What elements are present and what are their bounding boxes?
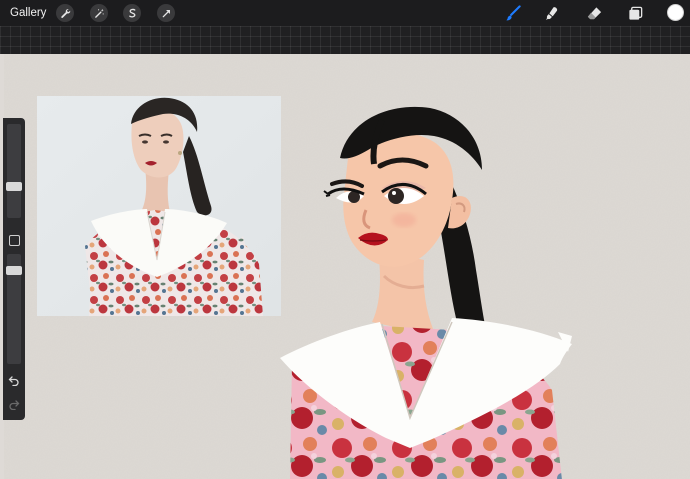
brush-size-thumb[interactable] — [6, 182, 22, 191]
transform-arrow-icon[interactable] — [157, 4, 175, 22]
smudge-icon[interactable] — [542, 4, 562, 22]
undo-icon[interactable] — [8, 374, 20, 386]
color-picker-swatch[interactable] — [667, 4, 684, 21]
brush-icon[interactable] — [503, 4, 523, 22]
wrench-icon[interactable] — [56, 4, 74, 22]
eraser-icon[interactable] — [584, 4, 604, 22]
canvas-grid-background — [0, 26, 690, 54]
magic-wand-icon[interactable] — [90, 4, 108, 22]
modify-square-icon[interactable] — [9, 235, 20, 246]
gallery-button[interactable]: Gallery — [10, 5, 46, 21]
opacity-thumb[interactable] — [6, 266, 22, 275]
brush-sidebar — [3, 118, 25, 420]
character-illustration — [280, 106, 572, 479]
top-toolbar: Gallery — [0, 0, 690, 26]
reference-photo — [37, 96, 281, 316]
layers-icon[interactable] — [625, 4, 645, 22]
brush-size-slider[interactable] — [7, 124, 21, 218]
selection-icon[interactable] — [123, 4, 141, 22]
redo-icon[interactable] — [8, 398, 20, 410]
